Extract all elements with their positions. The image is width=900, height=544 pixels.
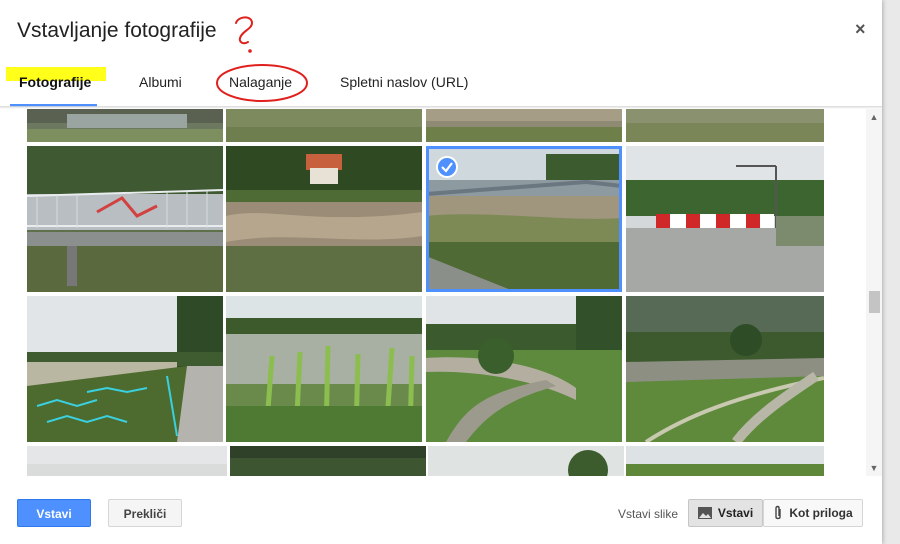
insert-photo-dialog: Vstavljanje fotografije × Fotografije Al… — [0, 0, 882, 544]
photo-thumbnail[interactable] — [27, 109, 223, 142]
insert-images-label: Vstavi slike — [618, 507, 679, 521]
insert-toggle-label: Vstavi — [717, 506, 754, 520]
cancel-button[interactable]: Prekliči — [108, 499, 182, 527]
selected-check-icon — [436, 156, 458, 178]
dialog-footer: Vstavi Prekliči Vstavi slike Vstavi Kot … — [0, 476, 882, 544]
photo-thumbnail-selected[interactable] — [426, 146, 622, 292]
tab-fotografije[interactable]: Fotografije — [19, 74, 91, 90]
photo-thumbnail[interactable] — [27, 146, 223, 292]
photo-thumbnail[interactable] — [226, 146, 422, 292]
tab-url[interactable]: Spletni naslov (URL) — [340, 74, 468, 90]
photo-thumbnail[interactable] — [428, 446, 624, 476]
photo-thumbnail[interactable] — [230, 446, 426, 476]
tab-nalaganje[interactable]: Nalaganje — [229, 74, 292, 90]
photo-thumbnail[interactable] — [27, 446, 227, 476]
photo-grid — [0, 109, 866, 476]
photo-thumbnail[interactable] — [626, 146, 824, 292]
attachment-toggle[interactable]: Kot priloga — [763, 499, 863, 527]
photo-thumbnail[interactable] — [626, 109, 824, 142]
tab-bar: Fotografije Albumi Nalaganje Spletni nas… — [0, 60, 882, 107]
photo-thumbnail[interactable] — [226, 296, 422, 442]
photo-thumbnail[interactable] — [626, 296, 824, 442]
photo-thumbnail[interactable] — [626, 446, 824, 476]
scrollbar[interactable]: ▲ ▼ — [866, 109, 882, 476]
dialog-title: Vstavljanje fotografije — [17, 19, 217, 42]
paperclip-icon — [775, 505, 782, 520]
tab-albumi[interactable]: Albumi — [139, 74, 182, 90]
question-mark-annotation — [235, 16, 254, 53]
photo-thumbnail[interactable] — [226, 109, 422, 142]
scroll-up-arrow-icon[interactable]: ▲ — [869, 112, 879, 122]
scrollbar-thumb[interactable] — [869, 291, 880, 313]
insert-inline-toggle[interactable]: Vstavi — [688, 499, 763, 527]
photo-thumbnail[interactable] — [426, 109, 622, 142]
attachment-label: Kot priloga — [789, 506, 853, 520]
insert-button[interactable]: Vstavi — [17, 499, 91, 527]
scroll-down-arrow-icon[interactable]: ▼ — [869, 463, 879, 473]
photo-thumbnail[interactable] — [27, 296, 223, 442]
close-icon[interactable]: × — [855, 19, 866, 39]
image-icon — [697, 507, 712, 519]
photo-thumbnail[interactable] — [426, 296, 622, 442]
